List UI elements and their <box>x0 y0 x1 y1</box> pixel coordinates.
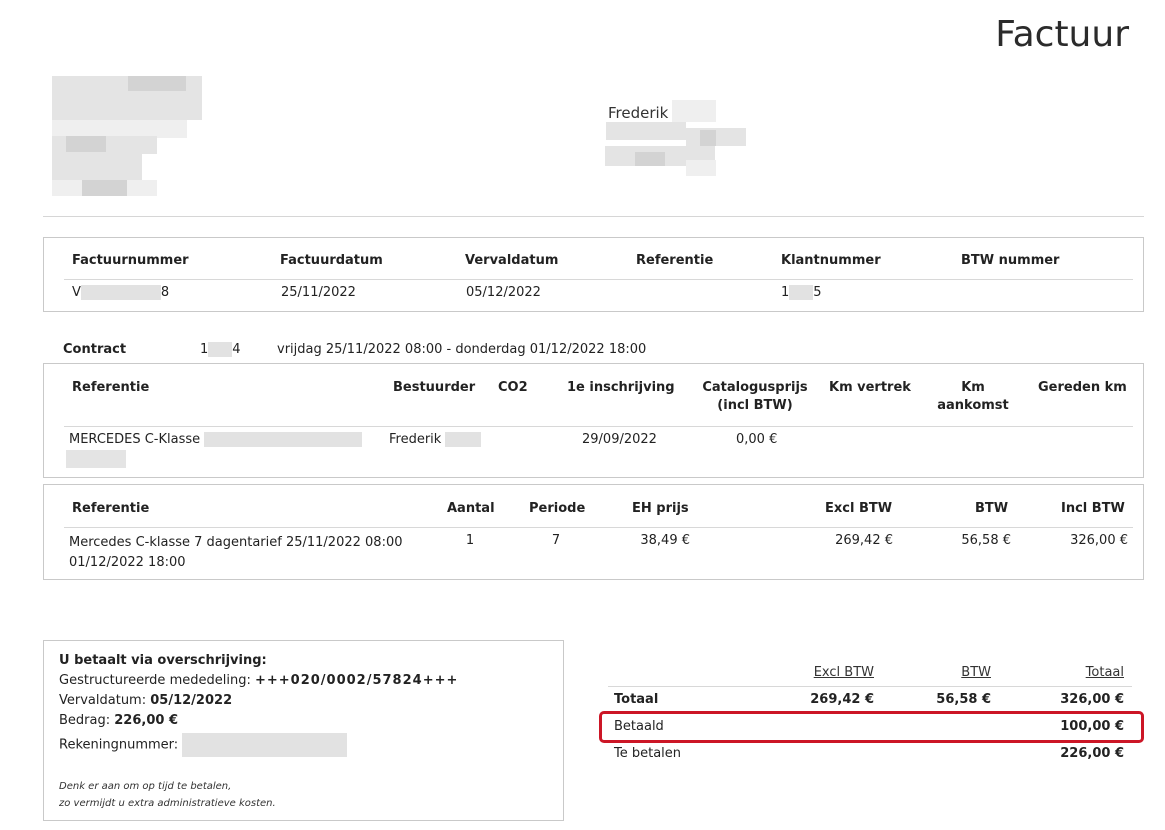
lines-header-referentie: Referentie <box>72 501 150 516</box>
lines-header-excl-btw: Excl BTW <box>825 501 893 516</box>
vehicle-header-bestuurder: Bestuurder <box>393 380 476 395</box>
klantnummer-value: 15 <box>781 285 822 300</box>
vehicle-header-km-vertrek: Km vertrek <box>829 380 911 395</box>
payment-rekeningnummer: Rekeningnummer: <box>59 733 348 757</box>
vehicle-bestuurder: Frederik <box>389 432 482 447</box>
vehicle-header-co2: CO2 <box>498 380 528 395</box>
te-betalen-totaal: 226,00 € <box>1060 746 1124 761</box>
header-vervaldatum: Vervaldatum <box>465 253 559 268</box>
totaal-label: Totaal <box>614 692 659 707</box>
line-periode: 7 <box>551 533 561 548</box>
lines-header-aantal: Aantal <box>447 501 495 516</box>
lines-row-divider <box>64 527 1133 528</box>
line-eh-prijs: 38,49 € <box>640 533 690 548</box>
header-factuurnummer: Factuurnummer <box>72 253 189 268</box>
totaal-excl-btw: 269,42 € <box>810 692 874 707</box>
recipient-name: Frederik <box>608 104 669 122</box>
betaald-label: Betaald <box>614 719 664 734</box>
header-divider <box>43 216 1144 217</box>
line-description: Mercedes C-klasse 7 dagentarief 25/11/20… <box>69 535 403 570</box>
te-betalen-label: Te betalen <box>614 746 682 761</box>
payment-mededeling: Gestructureerde mededeling: +++020/0002/… <box>59 673 459 688</box>
meta-row-divider <box>64 279 1133 280</box>
header-referentie: Referentie <box>636 253 714 268</box>
totals-header-totaal: Totaal <box>1085 665 1124 680</box>
vehicle-header-km-aankomst: Km aankomst <box>937 380 1009 413</box>
payment-note: Denk er aan om op tijd te betalen, zo ve… <box>59 781 276 809</box>
line-incl-btw: 326,00 € <box>1070 533 1128 548</box>
factuurdatum-value: 25/11/2022 <box>281 285 356 300</box>
vehicle-catalogusprijs: 0,00 € <box>736 432 778 447</box>
payment-vervaldatum: Vervaldatum: 05/12/2022 <box>59 693 233 708</box>
totaal-totaal: 326,00 € <box>1060 692 1124 707</box>
payment-bedrag: Bedrag: 226,00 € <box>59 713 179 728</box>
lines-header-btw: BTW <box>975 501 1009 516</box>
invoice-title: Factuur <box>995 14 1129 55</box>
header-btw-nummer: BTW nummer <box>961 253 1060 268</box>
totals-divider <box>608 686 1132 687</box>
lines-header-incl-btw: Incl BTW <box>1061 501 1125 516</box>
vehicle-referentie: MERCEDES C-Klasse <box>69 432 363 447</box>
invoice-meta-box <box>43 237 1144 312</box>
totals-header-btw: BTW <box>961 665 991 680</box>
line-btw: 56,58 € <box>961 533 1011 548</box>
vehicle-header-inschrijving: 1e inschrijving <box>567 380 675 395</box>
vervaldatum-value: 05/12/2022 <box>466 285 541 300</box>
redacted-block <box>789 285 814 300</box>
contract-period: vrijdag 25/11/2022 08:00 - donderdag 01/… <box>277 342 647 357</box>
vehicle-header-referentie: Referentie <box>72 380 150 395</box>
redacted-block <box>182 733 348 757</box>
vehicle-header-catalogusprijs: Catalogusprijs (incl BTW) <box>702 380 808 413</box>
payment-title: U betaalt via overschrijving: <box>59 653 267 668</box>
lines-header-periode: Periode <box>529 501 586 516</box>
header-factuurdatum: Factuurdatum <box>280 253 383 268</box>
line-aantal: 1 <box>465 533 475 548</box>
lines-header-eh-prijs: EH prijs <box>632 501 689 516</box>
betaald-totaal: 100,00 € <box>1060 719 1124 734</box>
totals-header-excl-btw: Excl BTW <box>813 665 874 680</box>
redacted-block <box>80 285 161 300</box>
factuurnummer-value: V8 <box>72 285 170 300</box>
redacted-block <box>66 450 126 468</box>
redacted-block <box>204 432 363 447</box>
vehicle-inschrijving: 29/09/2022 <box>582 432 657 447</box>
totaal-btw: 56,58 € <box>936 692 991 707</box>
vehicle-row-divider <box>64 426 1133 427</box>
vehicle-header-gereden-km: Gereden km <box>1038 380 1127 395</box>
header-klantnummer: Klantnummer <box>781 253 881 268</box>
line-excl-btw: 269,42 € <box>835 533 893 548</box>
redacted-block <box>208 342 233 357</box>
contract-number: 14 <box>200 342 241 357</box>
contract-label: Contract <box>63 342 127 357</box>
redacted-block <box>445 432 482 447</box>
